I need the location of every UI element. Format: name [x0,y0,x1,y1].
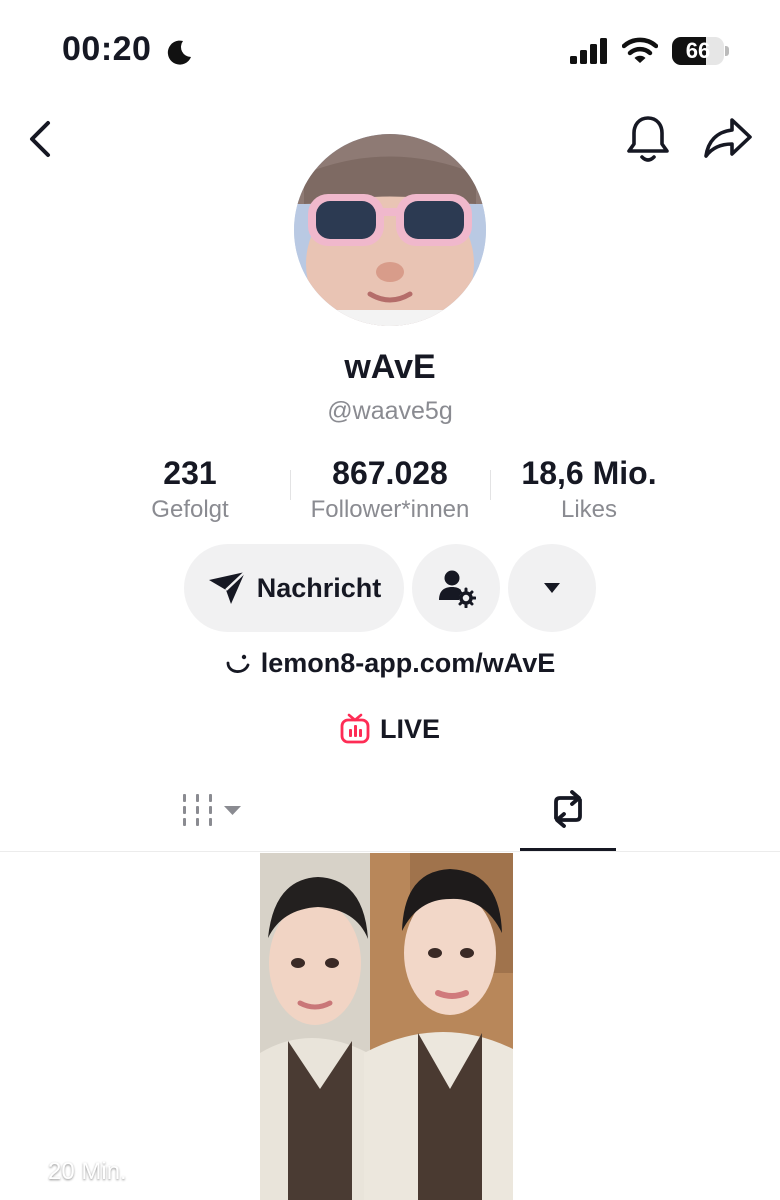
stat-likes[interactable]: 18,6 Mio. Likes [500,455,678,524]
live-tv-icon [340,713,370,744]
following-label: Gefolgt [151,496,229,523]
battery-tip [725,46,729,56]
bell-icon [627,116,669,162]
battery-body: 66 [672,37,724,65]
avatar-photo [294,134,486,326]
battery-icon: 66 [672,37,730,65]
moon-icon [167,40,191,65]
status-time: 00:20 [62,30,152,68]
repost-small-icon [13,1159,36,1185]
tab-videos[interactable] [160,780,260,852]
wifi-icon [622,37,658,63]
tab-divider [0,851,780,852]
bio-link-text: lemon8-app.com/wAvE [260,648,556,678]
back-button[interactable] [22,115,62,163]
more-options-button[interactable] [508,544,596,632]
grid-icon [183,794,241,826]
display-name: wAvE [344,348,436,386]
send-icon [208,571,246,604]
notification-bell-button[interactable] [622,112,674,166]
likes-count: 18,6 Mio. [521,455,657,491]
message-label: Nachricht [256,572,382,603]
signal-icon [570,38,607,64]
bio-link[interactable]: lemon8-app.com/wAvE [0,648,780,679]
following-count: 231 [163,455,217,491]
friend-settings-button[interactable] [412,544,500,632]
share-icon [704,118,752,158]
status-bar: 00:20 66 [0,0,780,100]
caret-down-icon [544,583,560,593]
repost-time: 20 Min. [48,1158,127,1185]
avatar[interactable] [294,134,486,326]
video-thumbnail[interactable] [260,853,513,1200]
followers-count: 867.028 [332,455,448,491]
tab-reposts[interactable] [520,780,616,852]
stat-following[interactable]: 231 Gefolgt [120,455,260,524]
smile-link-icon [226,654,250,673]
friend-settings-icon [439,570,476,608]
stat-divider [490,470,491,500]
username-handle: @waave5g [327,397,453,425]
likes-label: Likes [560,496,618,523]
battery-percent: 66 [685,38,711,63]
followers-label: Follower*innen [310,496,470,523]
back-icon [30,121,50,157]
live-label: LIVE [379,713,440,744]
video-thumbnail-image [260,853,513,1200]
repost-icon [554,790,582,828]
video-repost-meta: 20 Min. [10,1158,127,1186]
share-button[interactable] [700,112,756,164]
stat-followers[interactable]: 867.028 Follower*innen [290,455,490,524]
message-button[interactable]: Nachricht [184,544,404,632]
live-button[interactable]: LIVE [0,713,780,745]
